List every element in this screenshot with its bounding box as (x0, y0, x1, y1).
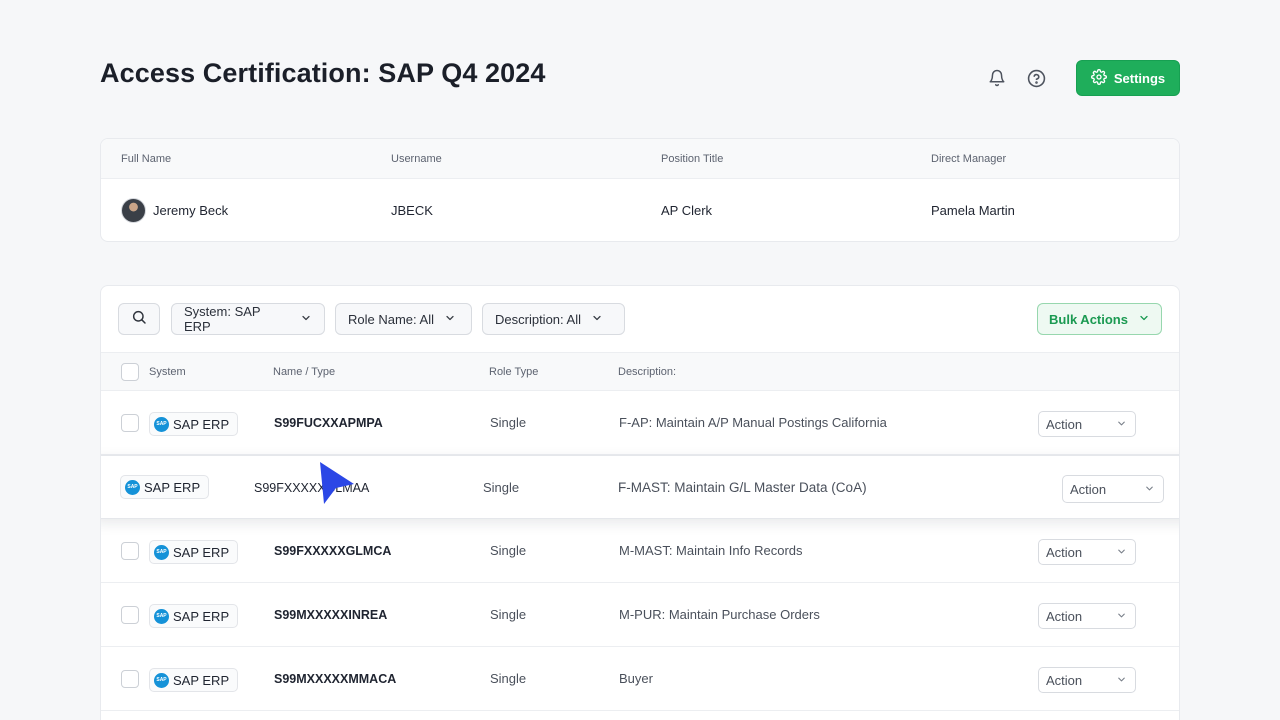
chevron-down-icon (1116, 609, 1127, 624)
table-toolbar: System: SAP ERP Role Name: All Descripti… (101, 286, 1179, 353)
bell-icon[interactable] (982, 60, 1012, 96)
sap-logo-icon: SAP (154, 672, 169, 688)
role-name: S99FXXXXXGLMCA (274, 544, 392, 558)
table-row: SAP SAP ERP S99FUCXXAPMPA Single F-AP: M… (101, 391, 1179, 455)
action-dropdown[interactable]: Action (1062, 475, 1164, 503)
select-all-checkbox[interactable] (121, 363, 139, 381)
chevron-down-icon (300, 312, 312, 327)
chevron-down-icon (591, 312, 603, 327)
full-name: Jeremy Beck (153, 203, 229, 218)
role-description: Buyer (619, 671, 653, 686)
header-actions: Settings (982, 60, 1180, 96)
search-button[interactable] (118, 303, 160, 335)
system-badge: SAP SAP ERP (120, 475, 210, 499)
action-label: Action (1046, 544, 1083, 560)
system-label: SAP ERP (173, 416, 230, 432)
col-full-name: Full Name (121, 153, 172, 165)
action-dropdown[interactable]: Action (1038, 411, 1136, 437)
system-label: SAP ERP (144, 479, 201, 495)
row-checkbox[interactable] (121, 670, 139, 688)
settings-button[interactable]: Settings (1076, 60, 1180, 96)
action-dropdown[interactable]: Action (1038, 539, 1136, 565)
username: JBECK (391, 203, 433, 218)
role-description: M-MAST: Maintain Info Records (619, 543, 803, 558)
table-row: SAP SAP ERP S99FXXXXXGLMCA Single M-MAST… (101, 519, 1179, 583)
role-type: Single (490, 543, 527, 558)
role-type: Single (483, 480, 520, 495)
user-info-card: Full Name Username Position Title Direct… (100, 138, 1180, 242)
row-checkbox[interactable] (121, 542, 139, 560)
col-direct-manager: Direct Manager (931, 153, 1007, 165)
settings-label: Settings (1113, 70, 1166, 86)
position-title: AP Clerk (661, 203, 713, 218)
action-label: Action (1070, 481, 1107, 497)
chevron-down-icon (1116, 673, 1127, 688)
filter-role-name[interactable]: Role Name: All (335, 303, 472, 335)
chevron-down-icon (1138, 312, 1150, 327)
role-name: S99MXXXXXINREA (274, 608, 388, 622)
sap-logo-icon: SAP (125, 479, 140, 495)
filter-description-label: Description: All (495, 311, 581, 327)
mouse-cursor-icon (318, 460, 358, 513)
col-name-type: Name / Type (273, 366, 336, 378)
avatar (121, 198, 146, 223)
bulk-actions-label: Bulk Actions (1049, 311, 1128, 327)
table-row: SAP SAP ERP S99MXXXXXMMACA Single Buyer … (101, 647, 1179, 711)
action-dropdown[interactable]: Action (1038, 603, 1136, 629)
col-username: Username (391, 153, 442, 165)
roles-table-card: System: SAP ERP Role Name: All Descripti… (100, 285, 1180, 720)
col-role-type: Role Type (489, 366, 539, 378)
direct-manager: Pamela Martin (931, 203, 1015, 218)
help-circle-icon[interactable] (1021, 60, 1051, 96)
filter-system[interactable]: System: SAP ERP (171, 303, 325, 335)
sap-logo-icon: SAP (154, 544, 169, 560)
chevron-down-icon (1116, 417, 1127, 432)
sap-logo-icon: SAP (154, 416, 169, 432)
col-description: Description: (618, 366, 677, 378)
gear-icon (1090, 68, 1107, 88)
table-row-dragged[interactable]: SAP SAP ERP S99FXXXXXGLMAA Single F-MAST… (101, 455, 1179, 519)
filter-description[interactable]: Description: All (482, 303, 625, 335)
bulk-actions-button[interactable]: Bulk Actions (1037, 303, 1162, 335)
action-label: Action (1046, 608, 1083, 624)
search-icon (131, 309, 147, 330)
system-label: SAP ERP (173, 672, 230, 688)
table-header: System Name / Type Role Type Description… (101, 353, 1179, 391)
system-label: SAP ERP (173, 544, 230, 560)
role-description: F-AP: Maintain A/P Manual Postings Calif… (619, 415, 887, 430)
role-type: Single (490, 415, 527, 430)
action-label: Action (1046, 416, 1083, 432)
chevron-down-icon (444, 312, 456, 327)
role-name: S99MXXXXXMMACA (274, 672, 397, 686)
page-title: Access Certification: SAP Q4 2024 (100, 58, 546, 88)
role-name: S99FUCXXAPMPA (274, 416, 383, 430)
system-badge: SAP SAP ERP (149, 668, 239, 692)
system-badge: SAP SAP ERP (149, 540, 239, 564)
system-label: SAP ERP (173, 608, 230, 624)
role-description: F-MAST: Maintain G/L Master Data (CoA) (618, 480, 867, 495)
row-checkbox[interactable] (121, 414, 139, 432)
role-type: Single (490, 671, 527, 686)
role-description: M-PUR: Maintain Purchase Orders (619, 607, 820, 622)
chevron-down-icon (1144, 482, 1155, 497)
chevron-down-icon (1116, 545, 1127, 560)
table-row: SAP SAP ERP S99MXXXXXINREA Single M-PUR:… (101, 583, 1179, 647)
role-type: Single (490, 607, 527, 622)
filter-system-label: System: SAP ERP (184, 304, 261, 334)
user-info-row: Jeremy Beck JBECK AP Clerk Pamela Martin (101, 179, 1179, 241)
system-badge: SAP SAP ERP (149, 604, 239, 628)
action-dropdown[interactable]: Action (1038, 667, 1136, 693)
col-position-title: Position Title (661, 153, 724, 165)
row-checkbox[interactable] (121, 606, 139, 624)
system-badge: SAP SAP ERP (149, 412, 239, 436)
col-system: System (149, 366, 186, 378)
user-info-header: Full Name Username Position Title Direct… (101, 139, 1179, 179)
action-label: Action (1046, 672, 1083, 688)
filter-role-name-label: Role Name: All (348, 311, 434, 327)
sap-logo-icon: SAP (154, 608, 169, 624)
